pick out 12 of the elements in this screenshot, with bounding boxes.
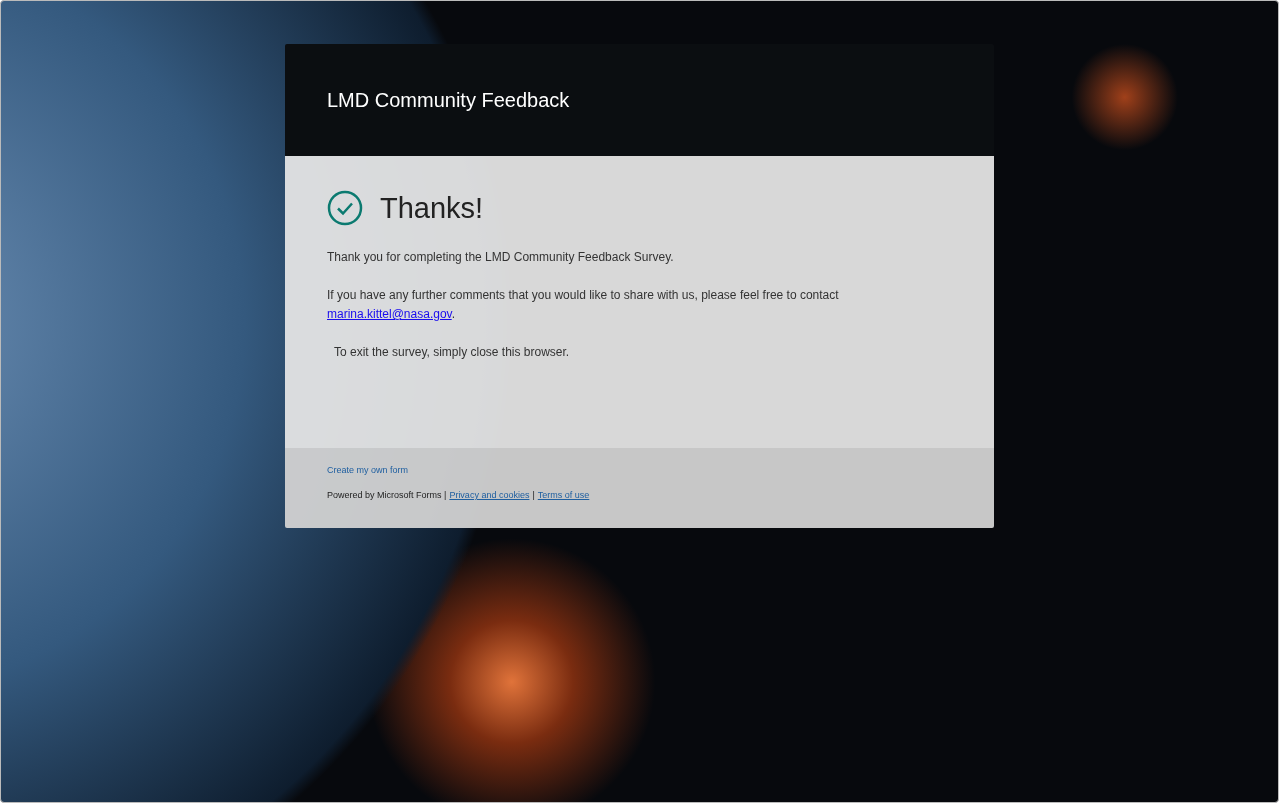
thanks-heading: Thanks! — [380, 191, 484, 225]
thank-you-message: Thank you for completing the LMD Community Feedback Survey. — [327, 249, 675, 266]
terms-link[interactable]: Terms of use — [537, 490, 590, 500]
contact-paragraph: If you have any further comments that you would like to share with us, please feel free to contact marina.kittel@nasa.gov. — [327, 287, 840, 323]
form-title: LMD Community Feedback — [327, 88, 570, 112]
privacy-link[interactable]: Privacy and cookies — [449, 490, 530, 500]
email-link[interactable]: marina.kittel@nasa.gov — [327, 307, 452, 321]
separator-text: | — [532, 490, 535, 500]
powered-by-text: Powered by Microsoft Forms | — [327, 490, 447, 500]
create-form-link[interactable]: Create my own form — [327, 465, 409, 475]
exit-note: To exit the survey, simply close this browser. — [334, 344, 571, 361]
check-circle-icon — [327, 190, 363, 226]
